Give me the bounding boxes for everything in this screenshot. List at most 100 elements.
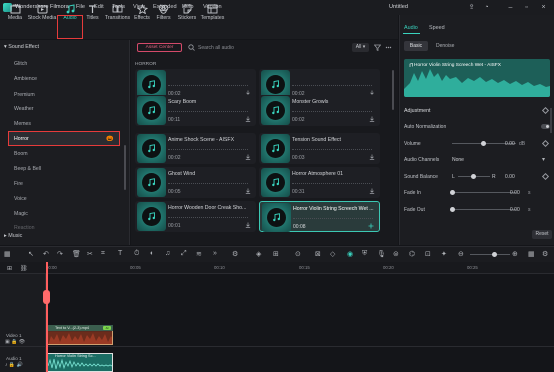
sidebar-item-voice[interactable]: Voice — [14, 196, 27, 202]
volume-slider-knob[interactable] — [481, 141, 486, 146]
redo-icon[interactable]: ↷ — [57, 250, 65, 258]
text-icon[interactable]: T — [118, 250, 126, 258]
audio-card-selected[interactable]: Horror Violin String Screech Wet ... 00:… — [259, 201, 380, 232]
maximize-icon[interactable]: ▫ — [521, 2, 532, 13]
link-icon[interactable]: ⛓ — [20, 265, 28, 272]
layout-grid-icon[interactable]: ▦ — [4, 250, 12, 258]
audio-adjust-icon[interactable]: ♫ — [165, 250, 173, 258]
audio-card[interactable]: Ghost Wind 00:05 — [135, 167, 256, 198]
more-tools-icon[interactable]: » — [213, 250, 221, 258]
render-icon[interactable]: ⊙ — [295, 250, 303, 258]
snap-icon[interactable]: ⊞ — [273, 250, 281, 258]
tab-effects[interactable]: Effects — [133, 0, 151, 24]
audio-card[interactable]: Scary Boom 00:11 — [135, 95, 256, 126]
asset-center-button[interactable]: Asset Center — [137, 43, 182, 52]
tab-audio-properties[interactable]: Audio — [404, 25, 418, 31]
zoom-out-icon[interactable]: ⊖ — [458, 250, 466, 258]
sidebar-item-magic[interactable]: Magic — [14, 211, 28, 217]
bell-icon[interactable]: ◔ — [481, 2, 492, 13]
stabilize-icon[interactable]: ⊜ — [393, 250, 401, 258]
motion-icon[interactable]: ≋ — [196, 250, 204, 258]
download-icon[interactable] — [369, 188, 375, 194]
crop-icon[interactable]: ⌗ — [101, 250, 109, 258]
sidebar-item-weather[interactable]: Weather — [14, 106, 34, 112]
library-scrollbar[interactable] — [392, 70, 394, 110]
tab-templates[interactable]: Templates — [200, 0, 225, 24]
sidebar-item-glitch[interactable]: Glitch — [14, 61, 27, 67]
sidebar-scrollbar[interactable] — [124, 145, 126, 190]
fade-in-slider[interactable] — [452, 192, 516, 193]
fade-out-slider-knob[interactable] — [450, 207, 455, 212]
subtab-denoise[interactable]: Denoise — [436, 43, 454, 49]
shield-icon[interactable]: ⛨ — [362, 250, 370, 258]
balance-slider-knob[interactable] — [471, 174, 476, 179]
filter-all-dropdown[interactable]: All ▾ — [352, 43, 369, 52]
auto-normalization-toggle[interactable] — [541, 124, 550, 129]
camera-icon[interactable]: ▣ — [5, 339, 10, 345]
panel-scrollbar[interactable] — [550, 108, 552, 133]
color-icon[interactable]: ◐ — [150, 250, 158, 258]
fade-out-value[interactable]: 0.00 — [510, 207, 520, 213]
fade-out-slider[interactable] — [452, 209, 516, 210]
ripple-icon[interactable]: ⊠ — [315, 250, 323, 258]
sidebar-item-ambience[interactable]: Ambience — [14, 76, 37, 82]
audio-track-controls[interactable]: ♪ 🔒 🔊 — [5, 362, 23, 368]
auto-highlight-icon[interactable]: ◉ — [347, 250, 355, 258]
split-icon[interactable]: ✂ — [87, 250, 95, 258]
sidebar-item-horror[interactable]: Horror — [14, 136, 29, 142]
download-icon[interactable] — [245, 154, 251, 160]
tab-stock-media[interactable]: Stock Media — [27, 0, 57, 24]
tab-filters[interactable]: Filters — [155, 0, 172, 24]
keyframe-icon[interactable]: ◇ — [330, 250, 338, 258]
record-voice-icon[interactable]: 🎙 — [377, 250, 386, 258]
upload-icon[interactable]: ⇪ — [466, 2, 477, 13]
download-icon[interactable] — [369, 116, 375, 122]
fade-in-slider-knob[interactable] — [450, 190, 455, 195]
ai-cut-icon[interactable]: ⚙ — [232, 250, 240, 258]
zoom-slider[interactable] — [470, 254, 510, 255]
sound-effect-header[interactable]: ▾ Sound Effect — [4, 44, 39, 50]
playhead-handle[interactable] — [43, 290, 50, 304]
download-icon[interactable] — [245, 116, 251, 122]
fade-in-value[interactable]: 0.00 — [510, 190, 520, 196]
ai-icon[interactable]: ✦ — [441, 250, 449, 258]
reset-button[interactable]: Reset — [532, 230, 552, 239]
zoom-slider-knob[interactable] — [492, 252, 497, 257]
timeline-tracks[interactable] — [46, 274, 554, 372]
subtab-basic[interactable]: Basic — [404, 41, 428, 51]
audio-card[interactable]: Anime Shock Scene - AISFX 00:02 — [135, 133, 256, 164]
delete-icon[interactable]: 🗑 — [72, 250, 81, 258]
lock-icon[interactable]: 🔒 — [11, 339, 17, 345]
timeline-settings-icon[interactable]: ⚙ — [542, 250, 550, 258]
balance-value[interactable]: 0.00 — [505, 174, 515, 180]
audio-channels-select[interactable]: None — [452, 157, 464, 163]
download-icon[interactable] — [369, 154, 375, 160]
tab-titles[interactable]: Titles — [84, 0, 101, 24]
eye-icon[interactable]: 👁 — [19, 339, 25, 345]
transform-icon[interactable]: ⤢ — [181, 250, 189, 258]
volume-value[interactable]: 0.00 — [505, 141, 515, 147]
search-input[interactable]: Search all audio — [198, 45, 234, 51]
sidebar-item-fire[interactable]: Fire — [14, 181, 23, 187]
playhead[interactable] — [46, 262, 48, 372]
sidebar-item-reaction[interactable]: Reaction — [14, 225, 34, 231]
sidebar-item-premium[interactable]: Premium — [14, 92, 35, 98]
tab-media[interactable]: Media — [6, 0, 24, 24]
undo-icon[interactable]: ↶ — [43, 250, 51, 258]
marker-icon[interactable]: ◈ — [256, 250, 264, 258]
zoom-in-icon[interactable]: ⊕ — [512, 250, 520, 258]
lock-icon[interactable]: 🔒 — [9, 362, 15, 368]
audio-card[interactable]: Monster Growls 00:02 — [259, 95, 380, 126]
cut-audio-icon[interactable]: ⊡ — [425, 250, 433, 258]
select-pointer-icon[interactable]: ↖ — [28, 250, 36, 258]
ai-audio-icon[interactable]: ⌬ — [409, 250, 417, 258]
minimize-icon[interactable]: – — [505, 2, 516, 13]
audio-card[interactable]: Horror Atmosphere 01 00:31 — [259, 167, 380, 198]
download-icon[interactable] — [245, 222, 251, 228]
channels-dropdown-icon[interactable]: ▾ — [542, 156, 545, 163]
add-track-icon[interactable]: ⊞ — [7, 265, 12, 272]
tab-speed[interactable]: Speed — [429, 25, 445, 31]
video-track-controls[interactable]: ▣ 🔒 👁 — [5, 339, 25, 345]
sidebar-item-memes[interactable]: Memes — [14, 121, 31, 127]
audio-card[interactable]: Tension Sound Effect 00:03 — [259, 133, 380, 164]
